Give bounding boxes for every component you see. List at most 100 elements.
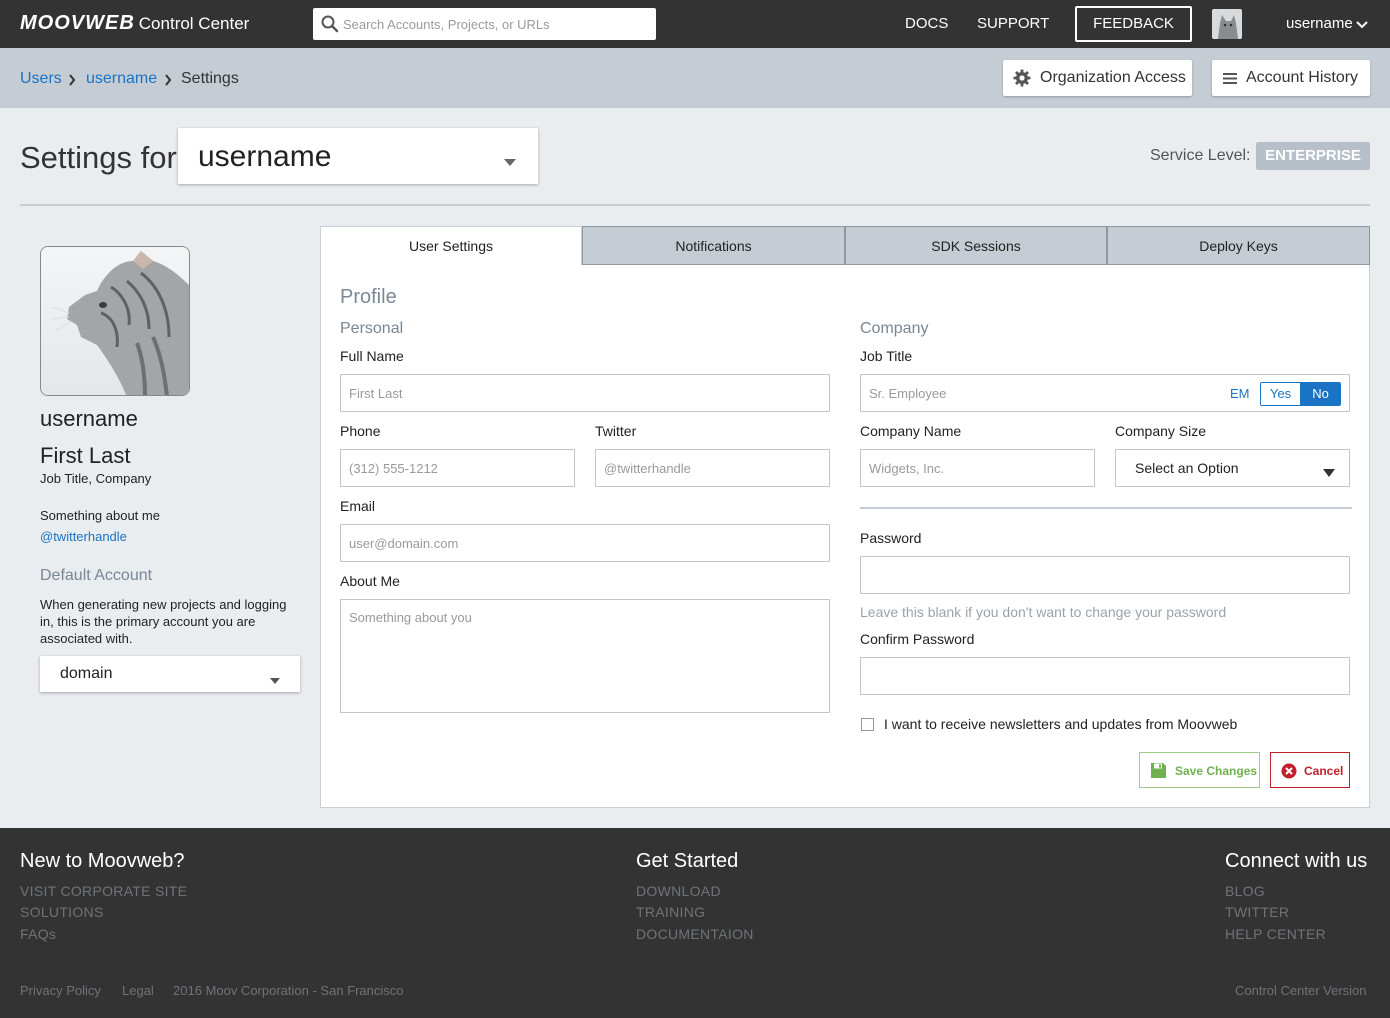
phone-input[interactable] xyxy=(341,450,574,486)
phone-field[interactable] xyxy=(340,449,575,487)
company-name-label: Company Name xyxy=(860,423,962,439)
confirm-password-label: Confirm Password xyxy=(860,631,975,647)
company-heading: Company xyxy=(860,320,929,337)
user-avatar-small[interactable] xyxy=(1212,9,1242,39)
tab-user-settings[interactable]: User Settings xyxy=(320,226,582,265)
email-input[interactable] xyxy=(341,525,829,561)
company-size-select[interactable]: Select an Option xyxy=(1115,449,1350,487)
twitter-input[interactable] xyxy=(596,450,829,486)
full-name-input[interactable] xyxy=(341,375,829,411)
confirm-password-input[interactable] xyxy=(861,658,1349,694)
twitter-label: Twitter xyxy=(595,423,637,439)
em-no-option[interactable]: No xyxy=(1300,383,1340,405)
email-label: Email xyxy=(340,498,376,514)
user-menu[interactable]: username xyxy=(1286,15,1353,32)
about-me-textarea[interactable] xyxy=(341,600,829,712)
footer-link-faqs[interactable]: FAQs xyxy=(20,926,56,942)
global-search[interactable] xyxy=(313,8,656,40)
twitter-field[interactable] xyxy=(595,449,830,487)
company-name-input[interactable] xyxy=(861,450,1094,486)
em-toggle[interactable]: Yes No xyxy=(1260,382,1341,406)
docs-link[interactable]: DOCS xyxy=(905,15,948,32)
save-changes-label: Save Changes xyxy=(1175,764,1258,778)
password-field[interactable] xyxy=(860,556,1350,594)
password-input[interactable] xyxy=(861,557,1349,593)
profile-heading: Profile xyxy=(340,286,397,308)
footer-link-twitter[interactable]: TWITTER xyxy=(1225,904,1289,920)
phone-label: Phone xyxy=(340,423,381,439)
about-me-field[interactable] xyxy=(340,599,830,713)
footer-link-solutions[interactable]: SOLUTIONS xyxy=(20,904,104,920)
job-title-label: Job Title xyxy=(860,348,913,364)
em-yes-option[interactable]: Yes xyxy=(1261,383,1300,405)
gear-icon xyxy=(1013,69,1031,92)
chevron-right-icon xyxy=(164,73,172,89)
cancel-button[interactable]: Cancel xyxy=(1270,752,1350,788)
tab-sdk-sessions[interactable]: SDK Sessions xyxy=(845,226,1107,265)
support-link[interactable]: SUPPORT xyxy=(977,15,1049,32)
footer-link-download[interactable]: DOWNLOAD xyxy=(636,883,721,899)
job-title-field[interactable]: EM Yes No xyxy=(860,374,1350,412)
app-logo-suffix: Control Center xyxy=(138,14,250,33)
company-size-label: Company Size xyxy=(1115,423,1207,439)
default-account-description: When generating new projects and logging… xyxy=(40,597,287,646)
about-me-label: About Me xyxy=(340,573,400,589)
breadcrumb-users[interactable]: Users xyxy=(20,70,62,88)
organization-access-label: Organization Access xyxy=(1040,69,1186,86)
cancel-label: Cancel xyxy=(1304,764,1344,778)
organization-access-button[interactable]: Organization Access xyxy=(1003,60,1192,96)
search-icon xyxy=(321,15,339,36)
breadcrumb-username[interactable]: username xyxy=(86,70,157,88)
floppy-disk-icon xyxy=(1150,762,1167,782)
save-changes-button[interactable]: Save Changes xyxy=(1139,752,1260,788)
user-select[interactable]: username xyxy=(178,128,538,184)
search-input[interactable] xyxy=(343,8,648,40)
caret-down-icon xyxy=(1323,464,1335,480)
footer-link-documentation[interactable]: DOCUMENTAION xyxy=(636,926,754,942)
service-level-label: Service Level: xyxy=(1150,147,1251,164)
password-label: Password xyxy=(860,530,922,546)
confirm-password-field[interactable] xyxy=(860,657,1350,695)
chevron-down-icon[interactable] xyxy=(1356,17,1368,33)
divider xyxy=(20,204,1370,206)
profile-full-name: First Last xyxy=(40,443,131,468)
footer-link-corporate[interactable]: VISIT CORPORATE SITE xyxy=(20,883,187,899)
tab-deploy-keys[interactable]: Deploy Keys xyxy=(1107,226,1370,265)
default-account-select[interactable]: domain xyxy=(40,656,300,692)
footer-copyright: 2016 Moov Corporation - San Francisco xyxy=(173,983,404,998)
account-history-button[interactable]: Account History xyxy=(1212,60,1370,96)
job-title-input[interactable] xyxy=(861,375,1221,411)
footer-link-help-center[interactable]: HELP CENTER xyxy=(1225,926,1326,942)
personal-heading: Personal xyxy=(340,320,404,337)
default-account-heading: Default Account xyxy=(40,567,153,584)
footer-link-blog[interactable]: BLOG xyxy=(1225,883,1265,899)
account-history-label: Account History xyxy=(1246,69,1359,86)
profile-avatar[interactable] xyxy=(40,246,190,396)
company-name-field[interactable] xyxy=(860,449,1095,487)
page-title: Settings for xyxy=(20,140,177,175)
footer-heading-new: New to Moovweb? xyxy=(20,850,185,872)
app-logo[interactable]: MOOVWEB Control Center xyxy=(20,12,249,35)
divider xyxy=(860,507,1352,509)
profile-twitter-link[interactable]: @twitterhandle xyxy=(40,529,127,544)
newsletter-label[interactable]: I want to receive newsletters and update… xyxy=(884,716,1237,732)
chevron-right-icon xyxy=(68,73,76,89)
feedback-button[interactable]: FEEDBACK xyxy=(1075,6,1192,42)
newsletter-checkbox[interactable] xyxy=(861,718,874,731)
profile-about: Something about me xyxy=(40,508,160,523)
footer-legal-link[interactable]: Legal xyxy=(122,983,154,998)
caret-down-icon xyxy=(270,671,280,687)
service-level-badge: ENTERPRISE xyxy=(1256,142,1370,170)
user-select-value: username xyxy=(198,140,332,173)
email-field[interactable] xyxy=(340,524,830,562)
tab-notifications[interactable]: Notifications xyxy=(582,226,845,265)
footer-heading-get-started: Get Started xyxy=(636,850,739,872)
full-name-field[interactable] xyxy=(340,374,830,412)
profile-username: username xyxy=(40,406,138,431)
caret-down-icon xyxy=(504,153,516,169)
footer-heading-connect: Connect with us xyxy=(1225,850,1368,872)
footer-privacy-link[interactable]: Privacy Policy xyxy=(20,983,101,998)
company-size-value: Select an Option xyxy=(1135,460,1239,476)
footer-link-training[interactable]: TRAINING xyxy=(636,904,705,920)
footer-version: Control Center Version xyxy=(1235,983,1367,998)
